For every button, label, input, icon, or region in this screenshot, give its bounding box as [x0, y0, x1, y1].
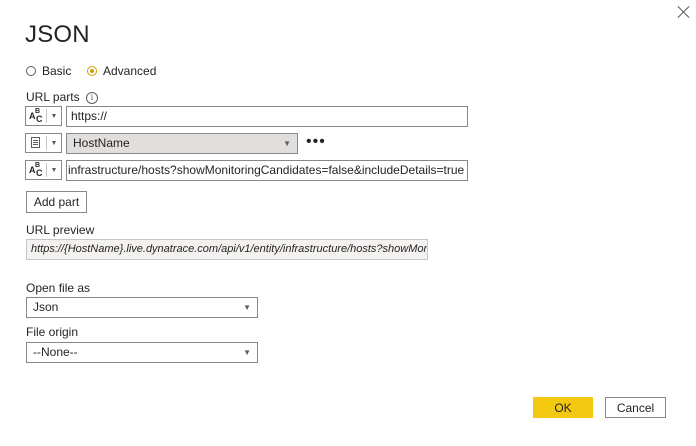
part3-input[interactable]: infrastructure/hosts?showMonitoringCandi…	[66, 160, 468, 181]
part2-type-dropdown[interactable]: ▼	[25, 133, 62, 153]
part1-input[interactable]: https://	[66, 106, 468, 127]
open-file-as-select[interactable]: Json ▼	[26, 297, 258, 318]
part2-parameter-select[interactable]: HostName ▼	[66, 133, 298, 154]
close-icon[interactable]	[677, 5, 691, 19]
part3-type-dropdown[interactable]: ABC ▼	[25, 160, 62, 180]
radio-basic-label: Basic	[42, 64, 72, 78]
file-origin-label: File origin	[26, 325, 79, 339]
chevron-down-icon: ▼	[50, 112, 58, 120]
more-options-icon[interactable]: •••	[306, 134, 326, 150]
chevron-down-icon: ▼	[243, 348, 251, 357]
part1-type-dropdown[interactable]: ABC ▼	[25, 106, 62, 126]
radio-advanced[interactable]: Advanced	[87, 64, 156, 78]
chevron-down-icon: ▼	[243, 303, 251, 312]
radio-advanced-label: Advanced	[103, 64, 157, 78]
file-origin-value: --None--	[33, 345, 78, 359]
chevron-down-icon: ▼	[283, 139, 291, 148]
chevron-down-icon: ▼	[50, 139, 58, 147]
chevron-down-icon: ▼	[50, 166, 58, 174]
open-file-as-label: Open file as	[26, 281, 91, 295]
url-preview-label: URL preview	[26, 223, 95, 237]
cancel-button[interactable]: Cancel	[605, 397, 666, 418]
radio-advanced-indicator	[87, 66, 97, 76]
url-preview-field: https://{HostName}.live.dynatrace.com/ap…	[26, 239, 428, 260]
url-parts-label-row: URL parts i	[26, 90, 98, 104]
info-icon[interactable]: i	[85, 91, 98, 104]
radio-basic-indicator	[26, 66, 36, 76]
part2-parameter-value: HostName	[73, 136, 130, 150]
radio-basic[interactable]: Basic	[26, 64, 71, 78]
text-type-icon: ABC	[29, 108, 43, 124]
parameter-type-icon	[26, 134, 46, 152]
text-type-icon: ABC	[29, 162, 43, 178]
dialog-title: JSON	[25, 21, 90, 48]
ok-button[interactable]: OK	[533, 397, 593, 418]
open-file-as-value: Json	[33, 300, 59, 314]
add-part-button[interactable]: Add part	[26, 191, 87, 213]
url-parts-label: URL parts	[26, 90, 80, 104]
file-origin-select[interactable]: --None-- ▼	[26, 342, 258, 363]
